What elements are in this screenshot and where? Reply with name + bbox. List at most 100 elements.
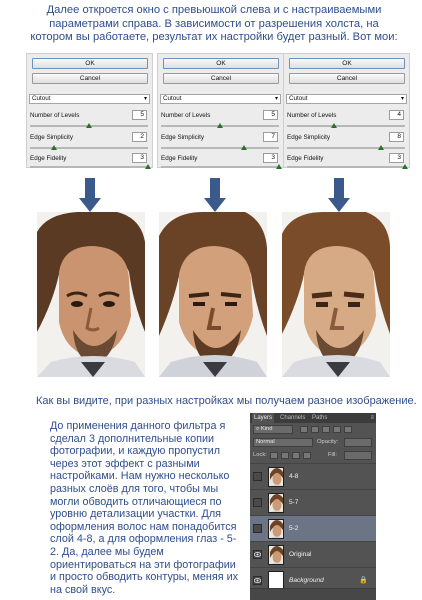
fidelity-slider[interactable] (30, 164, 151, 169)
levels-slider[interactable] (287, 123, 405, 128)
lock-label: Lock: (253, 452, 267, 458)
simplicity-slider[interactable] (30, 145, 148, 150)
slider-knob[interactable] (50, 145, 57, 150)
kind-filter-select[interactable]: ⌕ Kind (253, 425, 293, 434)
layer-thumbnail (268, 545, 284, 565)
fidelity-slider[interactable] (161, 164, 282, 169)
layers-panel: Layers Channels Paths ≡ ⌕ Kind Normal Op… (250, 413, 376, 600)
smart-object-filter-icon[interactable] (344, 426, 352, 433)
simplicity-slider[interactable] (161, 145, 279, 150)
simplicity-input[interactable]: 7 (263, 132, 278, 142)
portrait-cutout-4-8 (282, 212, 390, 377)
simplicity-label: Edge Simplicity (287, 134, 331, 141)
cutout-dialog-1: OK Cancel Cutout ▾ Number of Levels 5 Edg… (26, 53, 153, 169)
fill-label: Fill: (328, 452, 338, 458)
fill-input[interactable] (344, 451, 372, 460)
lock-pixels-icon[interactable] (281, 452, 289, 459)
tab-layers[interactable]: Layers (252, 413, 275, 423)
tab-channels[interactable]: Channels (280, 413, 305, 423)
opacity-label: Opacity: (317, 439, 339, 445)
layers-panel-tabs: Layers Channels Paths ≡ (250, 413, 376, 423)
chevron-down-icon: ▾ (274, 96, 278, 102)
body-text: До применения данного фильтра я сделал 3… (50, 420, 239, 596)
slider-knob[interactable] (86, 123, 92, 128)
levels-input[interactable]: 5 (132, 110, 147, 120)
ok-button[interactable]: OK (32, 58, 148, 69)
tab-paths[interactable]: Paths (312, 413, 327, 423)
lock-row: Lock: Fill: (250, 450, 376, 462)
layer-thumbnail (268, 493, 284, 513)
visibility-toggle[interactable] (253, 524, 262, 533)
cancel-button[interactable]: Cancel (289, 73, 405, 84)
simplicity-input[interactable]: 2 (132, 132, 147, 142)
cutout-dialog-2: OK Cancel Cutout ▾ Number of Levels 5 Edg… (157, 53, 284, 169)
simplicity-label: Edge Simplicity (161, 134, 205, 141)
layer-name: Background (289, 577, 324, 584)
levels-slider[interactable] (30, 123, 148, 128)
levels-slider[interactable] (161, 123, 279, 128)
fidelity-label: Edge Fidelity (161, 155, 198, 162)
ok-button[interactable]: OK (163, 58, 279, 69)
layer-row[interactable]: Original (250, 541, 376, 567)
kind-filter-label: Kind (260, 426, 273, 432)
simplicity-label: Edge Simplicity (30, 134, 74, 141)
shape-filter-icon[interactable] (333, 426, 341, 433)
lock-all-icon[interactable] (303, 452, 311, 459)
simplicity-slider[interactable] (287, 145, 405, 150)
down-arrow-icon (79, 178, 101, 212)
blend-row: Normal Opacity: (250, 437, 376, 449)
intro-text: Далее откроется окно с превьюшкой слева … (30, 4, 398, 43)
ok-button[interactable]: OK (289, 58, 405, 69)
cancel-button[interactable]: Cancel (163, 73, 279, 84)
down-arrow-icon (328, 178, 350, 212)
slider-knob[interactable] (331, 123, 338, 128)
fidelity-slider[interactable] (287, 164, 408, 169)
caption-text: Как вы видите, при разных настройках мы … (36, 395, 417, 407)
filter-row: ⌕ Kind (250, 424, 376, 436)
lock-position-icon[interactable] (292, 452, 300, 459)
eye-icon (254, 578, 261, 583)
layer-thumbnail (268, 467, 284, 487)
filter-select[interactable]: Cutout ▾ (29, 94, 150, 104)
lock-transparency-icon[interactable] (270, 452, 278, 459)
filter-select-value: Cutout (32, 95, 51, 102)
type-filter-icon[interactable] (322, 426, 330, 433)
visibility-toggle[interactable] (253, 472, 262, 481)
filter-select[interactable]: Cutout ▾ (286, 94, 407, 104)
eye-icon (254, 552, 261, 557)
simplicity-input[interactable]: 8 (389, 132, 404, 142)
fidelity-input[interactable]: 3 (263, 153, 278, 163)
layer-name: 5-7 (289, 499, 299, 506)
fidelity-label: Edge Fidelity (30, 155, 67, 162)
layer-name: 5-2 (289, 525, 299, 532)
slider-knob[interactable] (240, 145, 247, 150)
filter-select[interactable]: Cutout ▾ (160, 94, 281, 104)
layer-name: Original (289, 551, 312, 558)
visibility-toggle[interactable] (253, 498, 262, 507)
down-arrow-icon (204, 178, 226, 212)
visibility-toggle[interactable] (253, 576, 262, 585)
slider-knob[interactable] (276, 164, 282, 169)
adjustment-filter-icon[interactable] (311, 426, 319, 433)
layer-row-selected[interactable]: 5-2 (250, 515, 376, 541)
visibility-toggle[interactable] (253, 550, 262, 559)
chevron-down-icon: ▾ (143, 96, 147, 102)
cancel-button[interactable]: Cancel (32, 73, 148, 84)
levels-input[interactable]: 5 (263, 110, 278, 120)
portrait-cutout-5-7 (159, 212, 267, 377)
panel-menu-icon[interactable]: ≡ (370, 413, 374, 423)
slider-knob[interactable] (402, 164, 408, 169)
fidelity-input[interactable]: 3 (389, 153, 404, 163)
slider-knob[interactable] (217, 123, 223, 128)
layer-row[interactable]: 4-8 (250, 463, 376, 489)
blend-mode-select[interactable]: Normal (253, 438, 313, 447)
fidelity-input[interactable]: 3 (132, 153, 147, 163)
pixel-filter-icon[interactable] (300, 426, 308, 433)
slider-knob[interactable] (145, 164, 151, 169)
slider-knob[interactable] (378, 145, 385, 150)
levels-input[interactable]: 4 (389, 110, 404, 120)
filter-select-value: Cutout (289, 95, 308, 102)
layer-row[interactable]: 5-7 (250, 489, 376, 515)
opacity-input[interactable] (344, 438, 372, 447)
fidelity-label: Edge Fidelity (287, 155, 324, 162)
